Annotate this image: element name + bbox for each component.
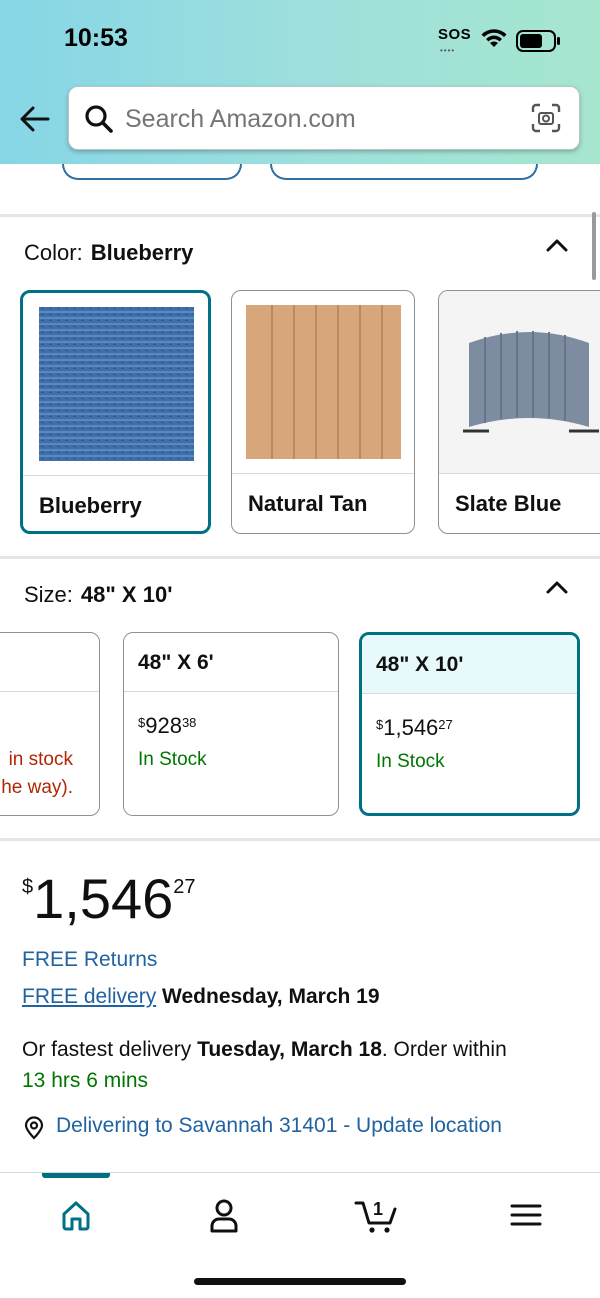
home-indicator[interactable] bbox=[194, 1278, 406, 1285]
order-countdown: 13 hrs 6 mins bbox=[22, 1069, 149, 1092]
fastest-delivery-info: Or fastest delivery Tuesday, March 18. O… bbox=[22, 1038, 507, 1092]
sos-indicator: SOS bbox=[438, 26, 472, 43]
color-selected-value: Blueberry bbox=[90, 240, 194, 265]
back-arrow-icon[interactable] bbox=[18, 102, 52, 136]
color-option-natural-tan[interactable]: Natural Tan bbox=[231, 290, 415, 534]
size-option-48x6[interactable]: 48" X 6' $92838 In Stock bbox=[123, 632, 339, 816]
location-link[interactable]: Delivering to Savannah 31401 - Update lo… bbox=[56, 1114, 502, 1138]
chevron-up-icon[interactable] bbox=[544, 578, 570, 596]
nav-active-indicator bbox=[42, 1173, 110, 1178]
size-selected-value: 48" X 10' bbox=[80, 582, 173, 607]
fastest-delivery-date: Tuesday, March 18 bbox=[197, 1038, 382, 1061]
product-price: $1,54627 bbox=[22, 867, 196, 930]
home-icon[interactable] bbox=[56, 1195, 96, 1235]
scrolled-option-pill[interactable] bbox=[270, 164, 538, 180]
size-name: 48" X 10' bbox=[376, 653, 464, 676]
menu-icon[interactable] bbox=[506, 1195, 546, 1235]
stock-status: in stock bbox=[8, 749, 73, 770]
swatch-label: Slate Blue bbox=[455, 491, 562, 516]
cart-icon[interactable]: 1 bbox=[354, 1195, 400, 1235]
color-label: Color: Blueberry bbox=[24, 240, 194, 265]
cart-count: 1 bbox=[373, 1199, 383, 1219]
free-returns-link[interactable]: FREE Returns bbox=[22, 948, 157, 972]
swatch-label: Natural Tan bbox=[248, 491, 368, 516]
stock-status: In Stock bbox=[138, 749, 207, 770]
sos-dots: •••• bbox=[440, 46, 456, 55]
camera-scan-icon[interactable] bbox=[531, 103, 561, 133]
header: 10:53 SOS •••• bbox=[0, 0, 600, 164]
color-option-blueberry[interactable]: Blueberry bbox=[20, 290, 211, 534]
wifi-icon bbox=[481, 29, 507, 47]
account-icon[interactable] bbox=[204, 1195, 244, 1235]
color-option-slate-blue[interactable]: Slate Blue bbox=[438, 290, 600, 534]
scrollbar[interactable] bbox=[592, 212, 596, 280]
free-delivery-link[interactable]: FREE delivery bbox=[22, 985, 156, 1008]
divider bbox=[0, 556, 600, 559]
search-box[interactable] bbox=[68, 86, 580, 150]
size-option-48x10[interactable]: 48" X 10' $1,54627 In Stock bbox=[359, 632, 580, 816]
divider bbox=[0, 214, 600, 217]
blueberry-swatch-image bbox=[23, 293, 208, 475]
size-price: $1,54627 bbox=[376, 715, 453, 740]
size-name: 48" X 6' bbox=[138, 651, 214, 674]
stock-status: In Stock bbox=[376, 751, 445, 772]
battery-icon bbox=[516, 30, 560, 52]
size-label: Size: 48" X 10' bbox=[24, 582, 173, 607]
divider bbox=[0, 838, 600, 841]
search-input[interactable] bbox=[125, 105, 447, 134]
search-icon bbox=[85, 105, 113, 133]
size-price: $92838 bbox=[138, 713, 197, 738]
location-pin-icon bbox=[24, 1116, 44, 1140]
swatch-label: Blueberry bbox=[39, 493, 142, 518]
scrolled-option-pill[interactable] bbox=[62, 164, 242, 180]
stock-status: he way). bbox=[1, 777, 73, 798]
status-time: 10:53 bbox=[64, 24, 128, 52]
natural-tan-swatch-image bbox=[232, 291, 414, 473]
delivery-date: Wednesday, March 19 bbox=[162, 985, 380, 1008]
slate-blue-swatch-image bbox=[439, 291, 600, 473]
chevron-up-icon[interactable] bbox=[544, 236, 570, 254]
size-option-partial[interactable]: in stock he way). bbox=[0, 632, 100, 816]
delivery-info: FREE delivery Wednesday, March 19 bbox=[22, 985, 380, 1009]
